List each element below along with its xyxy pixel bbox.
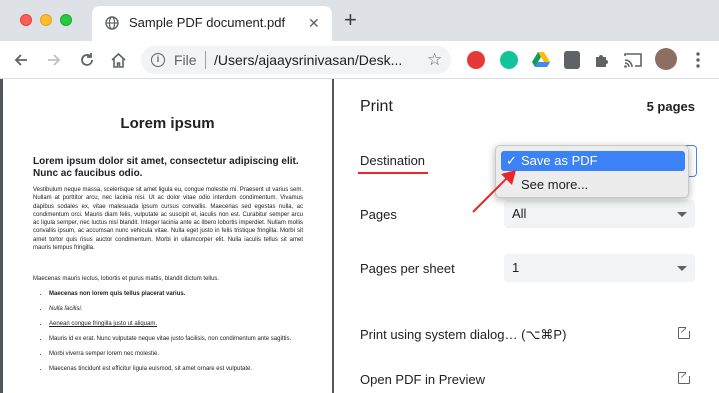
tab-strip: Sample PDF document.pdf ✕ + [0,0,719,41]
page-count: 5 pages [646,99,695,114]
google-drive-icon[interactable] [532,51,550,68]
minimize-window-button[interactable] [40,14,52,26]
open-external-icon: ↗ [678,325,692,339]
pages-label: Pages [360,207,397,222]
tab-active[interactable]: Sample PDF document.pdf ✕ [92,6,332,41]
annotation-underline [358,172,428,174]
pages-select[interactable]: All [504,200,695,228]
chevron-down-icon [677,266,687,271]
globe-icon [105,16,119,30]
back-arrow-icon [14,54,27,66]
document-paragraph: Vestibulum neque massa, scelerisque sit … [33,187,303,252]
destination-label: Destination [360,153,426,168]
bookmark-star-icon[interactable]: ☆ [427,50,442,70]
close-window-button[interactable] [20,14,32,26]
system-dialog-link[interactable]: Print using system dialog… (⌥⌘P) ↗ [360,325,692,343]
info-icon[interactable]: i [151,53,165,67]
more-menu-icon[interactable] [696,52,700,68]
omnibox-divider [205,51,206,69]
tab-title: Sample PDF document.pdf [129,15,286,30]
grammarly-extension-icon[interactable] [500,51,518,69]
keep-extension-icon[interactable] [564,51,580,69]
pages-per-sheet-value: 1 [512,260,520,275]
maximize-window-button[interactable] [60,14,72,26]
list-item: Mauris id ex erat. Nunc vulputate neque … [49,335,305,343]
option-label: Save as PDF [521,153,598,168]
document-subtitle: Lorem ipsum dolor sit amet, consectetur … [33,156,299,179]
open-external-icon: ↗ [678,370,692,384]
new-tab-button[interactable]: + [344,9,357,31]
home-button[interactable] [107,49,129,71]
cast-icon[interactable] [624,52,642,68]
list-item: Maecenas non lorem quis tellus placerat … [49,290,305,298]
list-item: Aenean congue fringilla justo ut aliquam… [49,320,305,328]
profile-avatar[interactable] [655,48,677,70]
close-tab-icon[interactable]: ✕ [308,15,320,32]
scheme-label: File [174,52,197,68]
checkmark-icon: ✓ [506,153,517,168]
print-settings-panel: Print 5 pages Destination Pages All Page… [334,79,719,393]
system-dialog-label: Print using system dialog… (⌥⌘P) [360,327,567,342]
forward-arrow-icon [48,54,61,66]
option-save-as-pdf[interactable]: ✓ Save as PDF [501,151,685,171]
forward-button[interactable] [43,49,65,71]
list-item: Morbi viverra semper lorem nec molestie. [49,350,305,358]
browser-toolbar: i File /Users/ajaaysrinivasan/Desk... ☆ [0,41,719,79]
annotation-arrow-icon [472,170,516,213]
document-title: Lorem ipsum [120,115,215,132]
home-icon [110,52,126,68]
list-item: Maecenas tincidunt est efficitur ligula … [49,365,305,373]
open-in-preview-link[interactable]: Open PDF in Preview ↗ [360,370,692,387]
back-button[interactable] [10,49,32,71]
extensions-puzzle-icon[interactable] [594,52,610,68]
reload-icon [81,53,93,66]
document-list: Maecenas non lorem quis tellus placerat … [43,290,305,380]
pages-per-sheet-label: Pages per sheet [360,261,455,276]
url-text[interactable]: /Users/ajaaysrinivasan/Desk... [214,52,402,68]
chevron-down-icon [677,212,687,217]
adblock-extension-icon[interactable] [467,51,485,69]
option-see-more[interactable]: See more... [521,177,588,192]
preview-page: Lorem ipsum Lorem ipsum dolor sit amet, … [3,79,332,393]
address-bar[interactable]: i File /Users/ajaaysrinivasan/Desk... ☆ [141,46,451,74]
reload-button[interactable] [76,49,98,71]
print-title: Print [360,98,393,115]
open-in-preview-label: Open PDF in Preview [360,372,485,387]
document-paragraph: Maecenas mauris lectus, lobortis et puru… [33,276,220,282]
list-item: Nulla facilisi. [49,305,305,313]
pages-per-sheet-select[interactable]: 1 [504,254,695,282]
